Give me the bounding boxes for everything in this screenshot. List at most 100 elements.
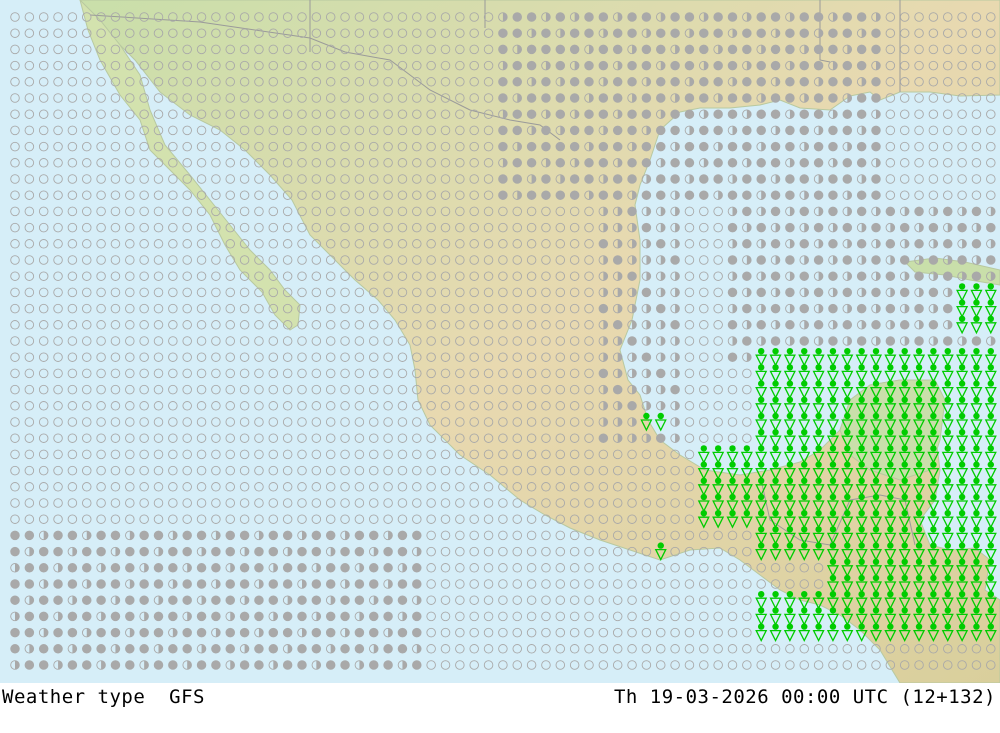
- overcast-symbol: [871, 190, 881, 200]
- overcast-symbol: [727, 190, 738, 200]
- overcast-symbol: [53, 595, 63, 605]
- overcast-symbol: [656, 93, 666, 103]
- overcast-symbol: [785, 222, 795, 233]
- overcast-symbol: [512, 174, 523, 184]
- overcast-symbol: [282, 611, 293, 622]
- overcast-symbol: [612, 28, 623, 38]
- overcast-symbol: [742, 44, 752, 55]
- overcast-symbol: [871, 287, 881, 298]
- overcast-symbol: [670, 174, 680, 184]
- overcast-symbol: [856, 60, 867, 71]
- overcast-symbol: [727, 158, 738, 168]
- overcast-symbol: [828, 93, 838, 103]
- overcast-symbol: [268, 530, 279, 541]
- overcast-symbol: [38, 595, 49, 605]
- overcast-symbol: [785, 255, 795, 265]
- overcast-symbol: [67, 627, 78, 638]
- overcast-symbol: [584, 109, 594, 119]
- overcast-symbol: [139, 644, 149, 654]
- overcast-symbol: [828, 174, 838, 184]
- overcast-symbol: [153, 579, 164, 589]
- overcast-symbol: [110, 611, 121, 622]
- overcast-symbol: [799, 12, 810, 22]
- overcast-symbol: [125, 660, 135, 670]
- overcast-symbol: [899, 287, 910, 298]
- overcast-symbol: [871, 222, 881, 233]
- overcast-symbol: [971, 271, 982, 281]
- model-name: GFS: [169, 686, 205, 708]
- overcast-symbol: [899, 320, 910, 330]
- overcast-symbol: [727, 320, 738, 330]
- overcast-symbol: [555, 93, 566, 103]
- overcast-symbol: [325, 563, 336, 573]
- overcast-symbol: [842, 109, 853, 119]
- overcast-symbol: [354, 579, 365, 589]
- overcast-symbol: [641, 60, 652, 71]
- overcast-symbol: [856, 303, 867, 314]
- overcast-symbol: [756, 320, 766, 330]
- overcast-symbol: [742, 28, 752, 38]
- overcast-symbol: [928, 287, 939, 298]
- overcast-symbol: [369, 611, 379, 622]
- map-footer: Weather type GFS Th 19-03-2026 00:00 UTC…: [0, 683, 1000, 733]
- overcast-symbol: [828, 141, 838, 152]
- overcast-symbol: [569, 77, 580, 87]
- overcast-symbol: [139, 627, 149, 638]
- overcast-symbol: [727, 12, 738, 22]
- overcast-symbol: [756, 109, 766, 119]
- overcast-symbol: [785, 320, 795, 330]
- overcast-symbol: [498, 190, 508, 200]
- overcast-symbol: [584, 77, 594, 87]
- overcast-symbol: [96, 530, 106, 541]
- overcast-symbol: [871, 141, 881, 152]
- overcast-symbol: [799, 158, 810, 168]
- overcast-symbol: [211, 611, 221, 622]
- overcast-symbol: [756, 158, 766, 168]
- overcast-symbol: [526, 60, 537, 71]
- overcast-symbol: [914, 206, 924, 217]
- overcast-symbol: [813, 158, 824, 168]
- overcast-symbol: [684, 12, 695, 22]
- overcast-symbol: [770, 93, 781, 103]
- overcast-symbol: [842, 125, 853, 136]
- overcast-symbol: [268, 579, 279, 589]
- overcast-symbol: [268, 595, 279, 605]
- overcast-symbol: [871, 174, 881, 184]
- overcast-symbol: [598, 44, 609, 55]
- overcast-symbol: [225, 595, 235, 605]
- overcast-symbol: [914, 271, 924, 281]
- overcast-symbol: [943, 336, 953, 346]
- overcast-symbol: [612, 174, 623, 184]
- overcast-symbol: [756, 28, 766, 38]
- overcast-symbol: [340, 660, 350, 670]
- overcast-symbol: [110, 563, 121, 573]
- overcast-symbol: [627, 125, 637, 136]
- overcast-symbol: [799, 239, 810, 249]
- overcast-symbol: [785, 28, 795, 38]
- overcast-symbol: [828, 239, 838, 249]
- overcast-symbol: [182, 579, 192, 589]
- overcast-symbol: [498, 125, 508, 136]
- overcast-symbol: [885, 206, 896, 217]
- overcast-symbol: [742, 190, 752, 200]
- overcast-symbol: [168, 546, 178, 557]
- overcast-symbol: [957, 255, 967, 265]
- overcast-symbol: [297, 660, 307, 670]
- overcast-symbol: [397, 644, 408, 654]
- overcast-symbol: [412, 611, 422, 622]
- overcast-symbol: [756, 174, 766, 184]
- overcast-symbol: [785, 44, 795, 55]
- overcast-symbol: [612, 320, 623, 330]
- overcast-symbol: [727, 287, 738, 298]
- overcast-symbol: [727, 222, 738, 233]
- overcast-symbol: [53, 530, 63, 541]
- overcast-symbol: [110, 660, 121, 670]
- overcast-symbol: [756, 12, 766, 22]
- overcast-symbol: [211, 660, 221, 670]
- overcast-symbol: [871, 77, 881, 87]
- overcast-symbol: [684, 141, 695, 152]
- overcast-symbol: [699, 93, 709, 103]
- overcast-symbol: [928, 255, 939, 265]
- overcast-symbol: [770, 158, 781, 168]
- overcast-symbol: [196, 579, 207, 589]
